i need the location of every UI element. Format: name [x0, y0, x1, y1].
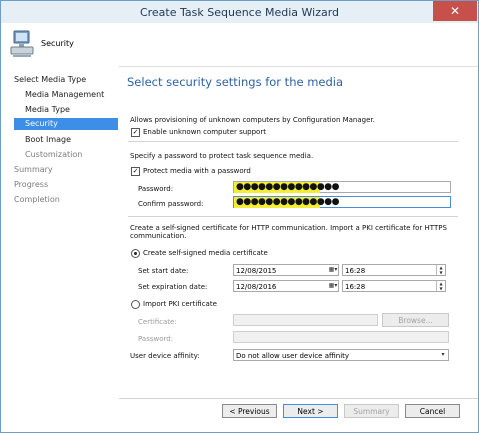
start-time-spinner[interactable]: ▲ ▼ — [436, 265, 445, 275]
nav-item-summary[interactable]: Summary — [14, 164, 53, 176]
enable-unknown-checkbox[interactable]: ✓ — [131, 128, 140, 137]
certificate-password-field[interactable] — [233, 331, 449, 343]
nav-item-customization[interactable]: Customization — [25, 149, 82, 161]
certificate-field[interactable] — [233, 314, 378, 326]
page-heading: Select security settings for the media — [127, 75, 344, 89]
start-date-value: 12/08/2015 — [236, 267, 277, 275]
divider — [128, 141, 458, 142]
nav-item-security[interactable]: Security — [14, 118, 118, 130]
next-button[interactable]: Next > — [283, 404, 338, 418]
expiration-date-picker[interactable]: 12/08/2016 ▦▾ — [233, 280, 339, 292]
expiration-time-value: 16:28 — [345, 283, 366, 291]
password-value: ●●●●●●●●●●●●●● — [234, 182, 339, 193]
calendar-dropdown-icon[interactable]: ▦▾ — [328, 281, 338, 291]
password-description: Specify a password to protect task seque… — [130, 152, 314, 160]
user-device-affinity-label: User device affinity: — [130, 352, 200, 360]
cancel-button[interactable]: Cancel — [405, 404, 460, 418]
unknown-description: Allows provisioning of unknown computers… — [130, 116, 375, 124]
import-pki-label: Import PKI certificate — [143, 300, 217, 308]
nav-item-select-media-type[interactable]: Select Media Type — [14, 74, 86, 86]
confirm-password-label: Confirm password: — [138, 200, 204, 208]
start-time-value: 16:28 — [345, 267, 366, 275]
wizard-header: Security — [1, 23, 478, 67]
confirm-password-value: ●●●●●●●●●●●●●● — [234, 197, 339, 208]
previous-button[interactable]: < Previous — [222, 404, 277, 418]
user-device-affinity-value: Do not allow user device affinity — [236, 352, 350, 360]
title-bar[interactable]: Create Task Sequence Media Wizard ✕ — [1, 1, 478, 24]
wizard-nav: Select Media Type Media Management Media… — [1, 66, 119, 432]
divider — [128, 216, 458, 217]
expiration-date-label: Set expiration date: — [138, 283, 208, 291]
window-title: Create Task Sequence Media Wizard — [139, 6, 340, 19]
start-date-picker[interactable]: 12/08/2015 ▦▾ — [233, 264, 339, 276]
calendar-dropdown-icon[interactable]: ▦▾ — [328, 265, 338, 275]
nav-item-media-management[interactable]: Media Management — [25, 89, 104, 101]
spin-down-icon[interactable]: ▼ — [437, 286, 445, 291]
nav-item-completion[interactable]: Completion — [14, 194, 60, 206]
expiration-time-field[interactable]: 16:28 ▲ ▼ — [342, 280, 446, 292]
self-signed-label: Create self-signed media certificate — [143, 249, 268, 257]
wizard-window: Create Task Sequence Media Wizard ✕ Secu… — [0, 0, 479, 433]
certificate-password-label: Password: — [138, 335, 174, 343]
spin-down-icon[interactable]: ▼ — [437, 270, 445, 275]
start-time-field[interactable]: 16:28 ▲ ▼ — [342, 264, 446, 276]
close-icon: ✕ — [449, 4, 461, 18]
expiration-date-value: 12/08/2016 — [236, 283, 277, 291]
chevron-down-icon[interactable]: ▾ — [438, 350, 448, 360]
certificate-description-line2: communication. — [130, 232, 187, 240]
self-signed-radio[interactable] — [131, 249, 140, 258]
page-label: Security — [41, 39, 74, 48]
protect-password-label: Protect media with a password — [143, 167, 251, 175]
summary-button[interactable]: Summary — [344, 404, 399, 418]
password-field[interactable]: ●●●●●●●●●●●●●● — [233, 181, 451, 193]
footer-divider — [119, 398, 478, 399]
protect-password-checkbox[interactable]: ✓ — [131, 167, 140, 176]
nav-item-progress[interactable]: Progress — [14, 179, 48, 191]
enable-unknown-label: Enable unknown computer support — [143, 128, 266, 136]
computer-icon — [10, 30, 34, 57]
import-pki-radio[interactable] — [131, 300, 140, 309]
certificate-label: Certificate: — [138, 318, 177, 326]
nav-item-boot-image[interactable]: Boot Image — [25, 134, 71, 146]
expiration-time-spinner[interactable]: ▲ ▼ — [436, 281, 445, 291]
close-button[interactable]: ✕ — [433, 1, 477, 21]
confirm-password-field[interactable]: ●●●●●●●●●●●●●● — [233, 196, 451, 208]
browse-button[interactable]: Browse... — [382, 313, 449, 327]
certificate-description-line1: Create a self-signed certificate for HTT… — [130, 224, 447, 232]
nav-item-media-type[interactable]: Media Type — [25, 104, 70, 116]
start-date-label: Set start date: — [138, 267, 189, 275]
password-label: Password: — [138, 185, 174, 193]
user-device-affinity-select[interactable]: Do not allow user device affinity ▾ — [233, 349, 449, 361]
